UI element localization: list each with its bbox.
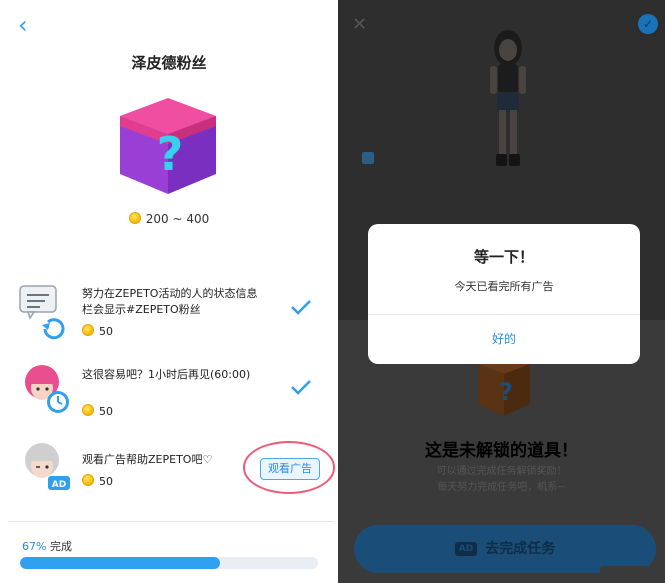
item-detail-panel: ✕ ✓ ? 这是未解锁的道具！ 可以通过完成任务解锁奖励！ 每天努力完成任务吧，… xyxy=(338,0,665,583)
alert-dialog: 等一下！ 今天已看完所有广告 好的 xyxy=(368,224,640,364)
coin-icon xyxy=(128,212,141,224)
avatar-ad-icon: AD xyxy=(25,443,70,490)
task-points: 50 xyxy=(82,474,113,488)
ok-button[interactable]: 好的 xyxy=(368,315,640,364)
gallery-icon[interactable] xyxy=(362,152,374,164)
reward-range: 200 ~ 400 xyxy=(0,212,338,226)
coin-icon xyxy=(82,404,94,416)
locked-title: 这是未解锁的道具！ xyxy=(425,441,578,461)
checkmark-icon[interactable]: ✓ xyxy=(638,14,658,34)
task-description: 这很容易吧？1小时后再见(60:00) xyxy=(82,368,251,381)
watch-ad-button[interactable]: 观看广告 xyxy=(260,458,320,480)
divider xyxy=(8,521,334,522)
ad-badge: AD xyxy=(454,542,478,556)
corner-overlay xyxy=(600,566,656,580)
checkmark-icon xyxy=(291,300,311,315)
task-item: 努力在ZEPETO活动的人的状态信息栏会显示#ZEPETO粉丝 50 xyxy=(0,284,338,354)
progress-fill xyxy=(20,557,220,569)
task-item: 这很容易吧？1小时后再见(60:00) 50 xyxy=(0,362,338,432)
mystery-box-icon: ? xyxy=(120,98,216,194)
avatar-timer-icon xyxy=(25,365,69,413)
svg-text:?: ? xyxy=(499,378,513,406)
progress-label: 67% 完成 xyxy=(22,540,72,553)
avatar-figure xyxy=(490,30,526,166)
checkmark-icon xyxy=(291,380,311,395)
task-points: 50 xyxy=(82,324,113,338)
back-arrow-icon[interactable]: ‹ xyxy=(18,13,36,37)
coin-icon xyxy=(82,474,94,486)
svg-text:AD: AD xyxy=(52,480,66,490)
svg-text:?: ? xyxy=(157,127,184,181)
dialog-title: 等一下！ xyxy=(473,248,534,266)
close-icon[interactable]: ✕ xyxy=(352,14,367,35)
task-description: 观看广告帮助ZEPETO吧♡ xyxy=(82,453,213,466)
dialog-message: 今天已看完所有广告 xyxy=(454,280,554,293)
status-refresh-icon xyxy=(19,285,65,340)
task-points: 50 xyxy=(82,404,113,418)
progress-bar xyxy=(20,557,318,569)
locked-subtitle: 可以通过完成任务解锁奖励！ 每天努力完成任务吧，机系~ xyxy=(436,466,567,493)
page-title: 泽皮德粉丝 xyxy=(131,54,207,72)
mission-panel: ‹ 泽皮德粉丝 ? 200 ~ 400 努力在ZEPETO活动的人的状态信息栏会… xyxy=(0,0,338,583)
coin-icon xyxy=(82,324,94,336)
task-description: 努力在ZEPETO活动的人的状态信息栏会显示#ZEPETO粉丝 xyxy=(82,287,258,316)
